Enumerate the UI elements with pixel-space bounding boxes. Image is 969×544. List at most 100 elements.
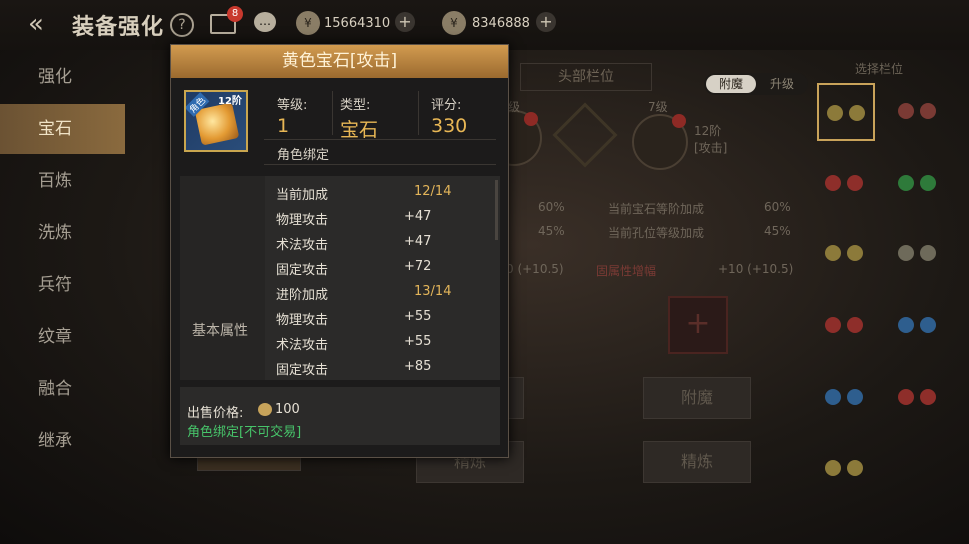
gold-coin-icon: ¥: [296, 11, 320, 35]
attribute-scrollbar[interactable]: [495, 180, 498, 240]
price-label: 出售价格:: [187, 406, 244, 421]
attr-value: +47: [404, 234, 432, 249]
add-bound-coin-button[interactable]: +: [536, 12, 556, 32]
gem-icon: [920, 245, 936, 261]
divider: [418, 91, 419, 135]
slot-item[interactable]: [817, 369, 875, 427]
empty-socket-diamond-icon: [552, 102, 618, 168]
type-value: 宝石: [340, 119, 379, 141]
hole-bonus-label: 当前孔位等级加成: [608, 226, 705, 240]
sidebar-item-reforge[interactable]: 洗炼: [0, 208, 125, 258]
add-gem-slot-button[interactable]: +: [668, 296, 728, 354]
socket-type: [攻击]: [694, 141, 728, 155]
attr-name: 物理攻击: [276, 213, 329, 228]
gem-icon: [849, 105, 865, 121]
coin-icon: [258, 403, 272, 416]
sidebar-item-strengthen[interactable]: 强化: [0, 52, 125, 102]
slot-item[interactable]: [890, 83, 948, 141]
socket-level-right: 7级: [648, 100, 668, 114]
gem-icon: [920, 389, 936, 405]
attr-value: +85: [404, 359, 432, 374]
slot-item[interactable]: [817, 225, 875, 283]
attr-name: 固定攻击: [276, 263, 329, 278]
toggle-enchant[interactable]: 附魔: [706, 75, 756, 93]
currency-gold-amount: 15664310: [324, 16, 391, 31]
tab-head-slot[interactable]: 头部栏位: [520, 63, 652, 91]
slot-item[interactable]: [890, 225, 948, 283]
slot-item[interactable]: [890, 297, 948, 355]
divider: [264, 139, 496, 140]
chat-icon[interactable]: …: [254, 12, 276, 32]
gem-icon: [847, 175, 863, 191]
attr-value: 13/14: [414, 284, 452, 299]
gem-icon: [898, 317, 914, 333]
attr-name: 固定攻击: [276, 363, 329, 378]
refine-button-right[interactable]: 精炼: [643, 441, 751, 483]
attr-value: +47: [404, 209, 432, 224]
attribute-category: 基本属性: [192, 323, 248, 339]
gem-bonus-value: 60%: [764, 200, 791, 214]
level-value: 1: [277, 115, 290, 137]
remove-gem-icon[interactable]: [524, 112, 538, 126]
bound-coin-icon: ¥: [442, 11, 466, 35]
add-gold-button[interactable]: +: [395, 12, 415, 32]
gem-icon: [920, 317, 936, 333]
pct-left-2: 45%: [538, 224, 565, 238]
socket-level-left: 级: [508, 100, 521, 114]
slot-item[interactable]: [817, 440, 875, 498]
sidebar-item-refine[interactable]: 百炼: [0, 156, 125, 206]
right-bonus: +10 (+10.5): [718, 262, 794, 276]
score-value: 330: [431, 115, 468, 137]
attr-value: +55: [404, 309, 432, 324]
slot-item[interactable]: [817, 155, 875, 213]
gem-icon: [920, 103, 936, 119]
type-label: 类型:: [340, 98, 371, 113]
slot-item[interactable]: [890, 369, 948, 427]
gem-icon: [825, 389, 841, 405]
gem-icon: [847, 245, 863, 261]
divider: [332, 91, 333, 135]
mail-badge: 8: [227, 6, 243, 22]
attr-name: 当前加成: [276, 188, 329, 203]
hole-bonus-value: 45%: [764, 224, 791, 238]
socket-rank: 12阶: [694, 124, 722, 138]
gem-bonus-label: 当前宝石等阶加成: [608, 202, 705, 216]
slot-item[interactable]: [817, 83, 875, 141]
trade-status: 角色绑定[不可交易]: [187, 425, 302, 440]
sidebar-item-emblem[interactable]: 纹章: [0, 312, 125, 362]
help-icon[interactable]: ?: [170, 13, 194, 37]
pct-left-1: 60%: [538, 200, 565, 214]
toggle-upgrade[interactable]: 升级: [760, 75, 804, 93]
gem-icon: [825, 460, 841, 476]
sidebar-item-talisman[interactable]: 兵符: [0, 260, 125, 310]
slot-item[interactable]: [817, 297, 875, 355]
gem-icon: [920, 175, 936, 191]
attr-value: +55: [404, 334, 432, 349]
left-bonus: 0 (+10.5): [506, 262, 564, 276]
enchant-button[interactable]: 附魔: [643, 377, 751, 419]
gem-tooltip-popup: 黄色宝石[攻击] 12阶 角色 等级: 1 类型: 宝石 评分: 330 角色绑…: [170, 44, 509, 458]
attr-name: 物理攻击: [276, 313, 329, 328]
slot-item[interactable]: [890, 155, 948, 213]
divider: [264, 164, 496, 165]
top-bar: « 装备强化 ? 8 … ¥ 15664310 + ¥ 8346888 +: [0, 0, 969, 50]
back-arrow-icon[interactable]: «: [28, 10, 60, 38]
attr-name: 术法攻击: [276, 338, 329, 353]
popup-title: 黄色宝石[攻击]: [171, 45, 508, 78]
remove-gem-icon[interactable]: [672, 114, 686, 128]
sidebar-item-gem[interactable]: 宝石: [0, 104, 125, 154]
gem-item-icon: 12阶 角色: [184, 90, 248, 152]
attribute-category-column: [180, 176, 265, 380]
sidebar-item-fusion[interactable]: 融合: [0, 364, 125, 414]
gem-icon: [847, 389, 863, 405]
slot-panel-title: 选择栏位: [855, 62, 904, 76]
price-value: 100: [275, 402, 300, 417]
item-rank: 12阶: [218, 96, 242, 107]
currency-bound-amount: 8346888: [472, 16, 530, 31]
page-title: 装备强化: [72, 15, 165, 40]
gem-icon: [847, 317, 863, 333]
gem-icon: [825, 317, 841, 333]
attr-value: 12/14: [414, 184, 452, 199]
sidebar-item-inherit[interactable]: 继承: [0, 416, 125, 466]
attribute-boost-label: 固属性增幅: [596, 264, 657, 278]
